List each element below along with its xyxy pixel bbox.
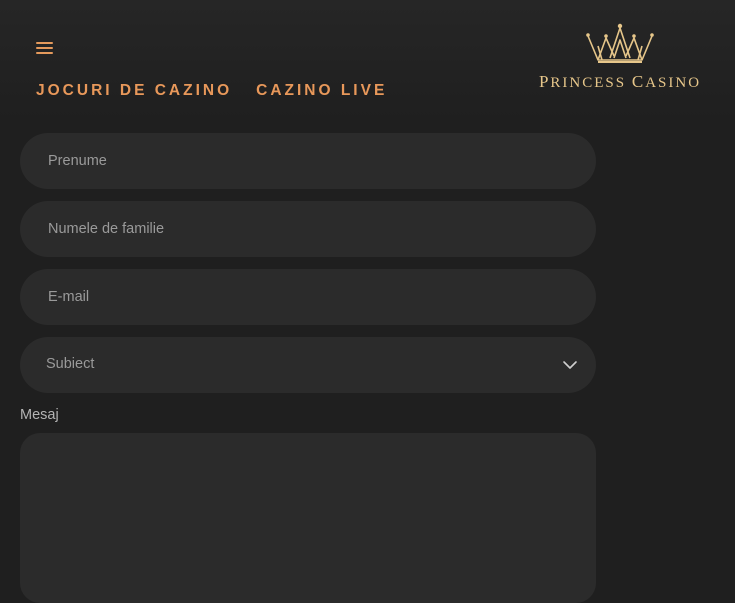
crown-icon (586, 23, 654, 63)
message-textarea[interactable] (20, 433, 596, 603)
subject-select[interactable]: Subiect (20, 337, 596, 393)
logo-text: PRINCESS CASINO (538, 72, 702, 91)
logo[interactable]: PRINCESS CASINO (536, 22, 704, 96)
nav-item-cazino-live[interactable]: CAZINO LIVE (256, 82, 387, 100)
nav-item-jocuri-de-cazino[interactable]: JOCURI DE CAZINO (36, 82, 232, 100)
subject-select-value: Subiect (46, 356, 95, 372)
hamburger-menu-icon[interactable] (36, 42, 54, 55)
first-name-field[interactable] (20, 133, 596, 189)
message-label: Mesaj (20, 407, 59, 423)
last-name-field[interactable] (20, 201, 596, 257)
chevron-down-icon (563, 361, 577, 369)
main-nav: JOCURI DE CAZINO CAZINO LIVE (36, 82, 387, 100)
site-header: JOCURI DE CAZINO CAZINO LIVE PRINCESS CA… (0, 0, 735, 120)
email-field[interactable] (20, 269, 596, 325)
